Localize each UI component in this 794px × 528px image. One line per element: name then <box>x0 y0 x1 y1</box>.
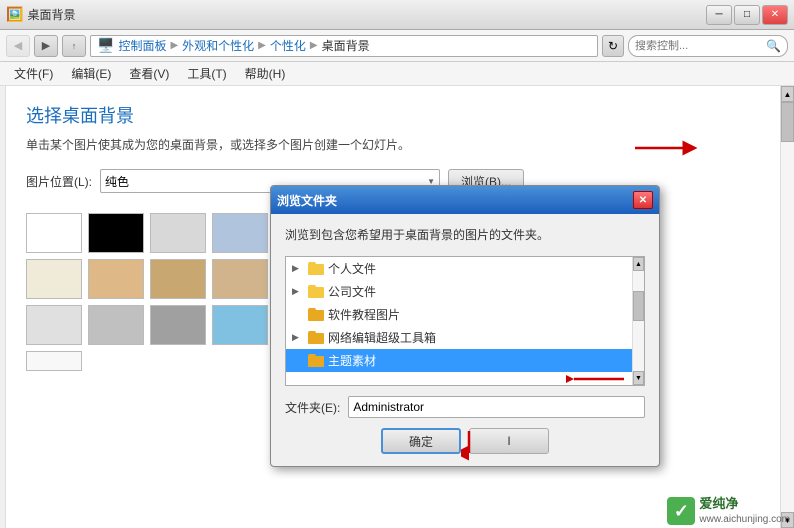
tree-label-personal: 个人文件 <box>328 260 376 277</box>
tree-item-company-files[interactable]: ▶ 公司文件 <box>286 280 644 303</box>
dialog-body: 浏览到包含您希望用于桌面背景的图片的文件夹。 ▶ 个人文件 ▶ 公司文件 <box>271 214 659 466</box>
tree-item-personal-files[interactable]: ▶ 个人文件 <box>286 257 644 280</box>
tree-scroll-track <box>633 271 644 371</box>
tree-item-software-tutorial[interactable]: 软件教程图片 <box>286 303 644 326</box>
folder-icon-network <box>308 331 324 344</box>
tree-scroll-thumb[interactable] <box>633 291 644 321</box>
ok-button[interactable]: 确定 <box>381 428 461 454</box>
watermark-url: www.aichunjing.com <box>699 513 790 526</box>
folder-icon-theme <box>308 354 324 367</box>
tree-label-company: 公司文件 <box>328 283 376 300</box>
browse-folder-dialog: 浏览文件夹 ✕ 浏览到包含您希望用于桌面背景的图片的文件夹。 ▶ 个人文件 ▶ … <box>270 185 660 467</box>
dialog-close-button[interactable]: ✕ <box>633 191 653 209</box>
tree-label-theme: 主题素材 <box>328 352 376 369</box>
file-tree: ▶ 个人文件 ▶ 公司文件 软件教程图片 ▶ <box>285 256 645 386</box>
dialog-arrow-annotation <box>566 371 626 390</box>
dialog-description: 浏览到包含您希望用于桌面背景的图片的文件夹。 <box>285 226 645 244</box>
tree-scroll-down[interactable]: ▼ <box>633 371 644 385</box>
tree-scrollbar[interactable]: ▲ ▼ <box>632 257 644 385</box>
tree-item-theme-material[interactable]: 主题素材 <box>286 349 644 372</box>
folder-icon-personal <box>308 262 324 275</box>
tree-label-network: 网络编辑超级工具箱 <box>328 329 436 346</box>
watermark: ✓ 爱纯净 www.aichunjing.com <box>667 496 790 526</box>
folder-icon-software <box>308 308 324 321</box>
tree-arrow-network: ▶ <box>292 332 304 343</box>
folder-icon-company <box>308 285 324 298</box>
tree-label-software: 软件教程图片 <box>328 306 400 323</box>
tree-scroll-up[interactable]: ▲ <box>633 257 644 271</box>
dialog-title: 浏览文件夹 <box>277 192 337 209</box>
cancel-button[interactable]: I <box>469 428 549 454</box>
watermark-logo: ✓ <box>667 497 695 525</box>
ok-arrow-annotation <box>461 431 477 464</box>
tree-item-network-editor[interactable]: ▶ 网络编辑超级工具箱 <box>286 326 644 349</box>
watermark-brand: 爱纯净 <box>699 496 790 513</box>
folder-input[interactable] <box>348 396 645 418</box>
tree-arrow-company: ▶ <box>292 286 304 297</box>
folder-input-row: 文件夹(E): <box>285 396 645 418</box>
dialog-title-bar: 浏览文件夹 ✕ <box>271 186 659 214</box>
tree-arrow-personal: ▶ <box>292 263 304 274</box>
dialog-overlay: 浏览文件夹 ✕ 浏览到包含您希望用于桌面背景的图片的文件夹。 ▶ 个人文件 ▶ … <box>0 0 794 528</box>
folder-label: 文件夹(E): <box>285 399 340 416</box>
